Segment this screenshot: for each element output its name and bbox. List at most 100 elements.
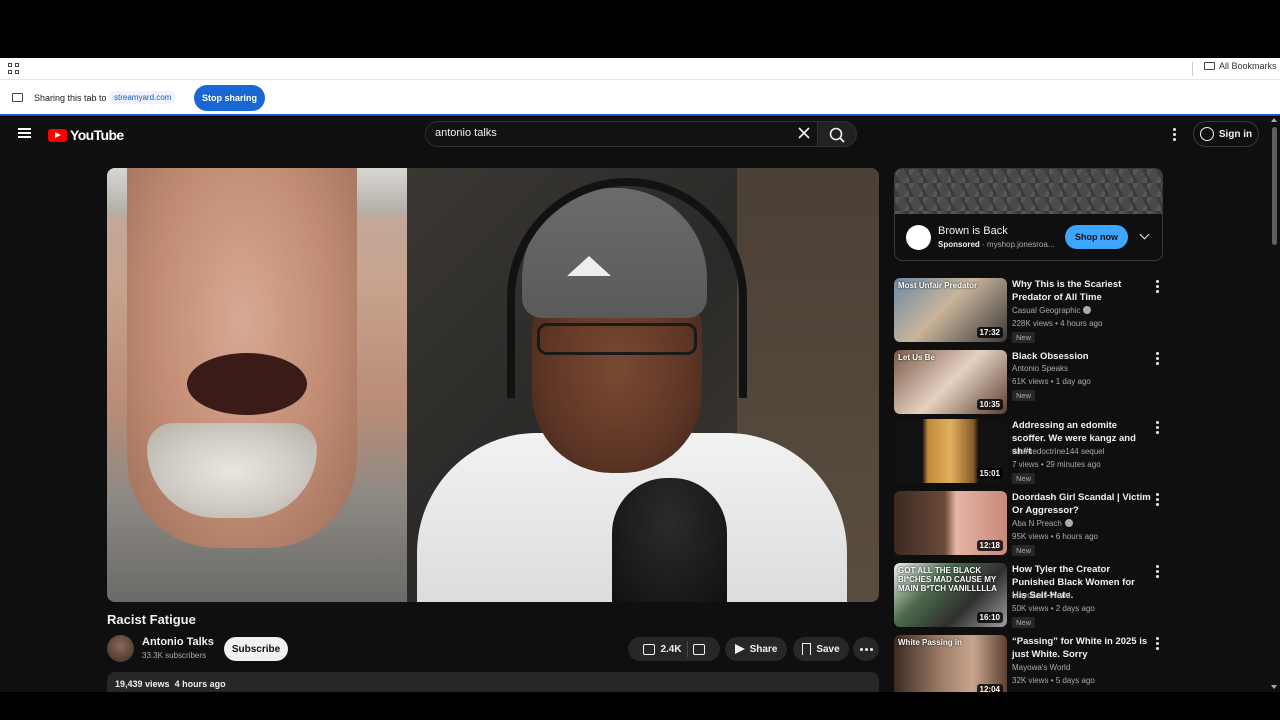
- subscribe-button[interactable]: Subscribe: [224, 637, 288, 661]
- rec-age: 29 minutes ago: [1045, 460, 1101, 469]
- like-divider: [686, 641, 688, 657]
- recommendation-title[interactable]: Why This is the Scariest Predator of All…: [1012, 278, 1152, 304]
- recommendation-item[interactable]: 12:18 Doordash Girl Scandal | Victim Or A…: [894, 491, 1174, 557]
- recommendation-meta: 7 views • 29 minutes ago: [1012, 460, 1101, 469]
- recommendation-item[interactable]: Most Unfair Predator 17:32 Why This is the…: [894, 278, 1174, 344]
- search-input[interactable]: [435, 127, 765, 139]
- search-button[interactable]: [817, 121, 857, 147]
- search-box[interactable]: [425, 121, 817, 147]
- account-icon: [1199, 127, 1214, 141]
- ad-banner-image[interactable]: [895, 169, 1162, 214]
- like-count[interactable]: 2.4K: [660, 644, 681, 655]
- sharing-text: Sharing this tab to: [34, 93, 107, 103]
- channel-avatar[interactable]: [107, 635, 134, 662]
- video-frame-detail: [187, 353, 307, 415]
- video-thumbnail[interactable]: 15:01: [894, 419, 1007, 483]
- all-bookmarks-label: All Bookmarks: [1219, 61, 1277, 71]
- more-actions-button[interactable]: [853, 637, 879, 661]
- channel-name-text: Casual Geographic: [1012, 306, 1081, 315]
- chevron-down-icon[interactable]: [1139, 229, 1150, 240]
- recommendation-title[interactable]: “Passing” for White in 2025 is just Whit…: [1012, 635, 1152, 661]
- settings-kebab-icon[interactable]: [1173, 128, 1176, 141]
- channel-name-text: Aba N Preach: [1012, 519, 1062, 528]
- video-thumbnail[interactable]: Let Us Be 10:35: [894, 350, 1007, 414]
- ad-title[interactable]: Brown is Back: [938, 225, 1008, 237]
- rec-views: 95K views: [1012, 532, 1049, 541]
- recommendation-channel[interactable]: Antonio Speaks: [1012, 364, 1068, 373]
- channel-name[interactable]: Antonio Talks: [142, 636, 214, 648]
- recommendation-channel[interactable]: Aba N Preach: [1012, 519, 1073, 528]
- bookmarks-bar: All Bookmarks: [0, 58, 1280, 80]
- video-thumbnail[interactable]: White Passing in 12:04: [894, 635, 1007, 692]
- rec-age: 1 day ago: [1055, 377, 1091, 386]
- youtube-page: YouTube Sign in: [0, 117, 1280, 692]
- share-button[interactable]: Share: [725, 637, 787, 661]
- share-target-chip: streamyard.com: [109, 91, 177, 104]
- more-options-kebab-icon[interactable]: [1156, 637, 1159, 650]
- ad-domain: · myshop.jonesroa...: [982, 240, 1055, 249]
- ad-sponsored-line: Sponsored · myshop.jonesroa...: [938, 240, 1055, 249]
- recommendation-channel[interactable]: Mayowa's World: [1012, 591, 1070, 600]
- thumbnail-caption: GOT ALL THE BLACK BI*CHES MAD CAUSE MY M…: [898, 566, 997, 593]
- save-button[interactable]: Save: [793, 637, 849, 661]
- recommendation-meta: 32K views • 5 days ago: [1012, 676, 1095, 685]
- recommendation-item[interactable]: White Passing in 12:04 “Passing” for White…: [894, 635, 1174, 692]
- youtube-logo[interactable]: YouTube: [48, 127, 124, 143]
- screen-bottom-bar: [0, 692, 1280, 720]
- screen-top-bar: [0, 0, 1280, 58]
- more-options-kebab-icon[interactable]: [1156, 565, 1159, 578]
- posted-time: 4 hours ago: [174, 679, 226, 689]
- more-options-kebab-icon[interactable]: [1156, 352, 1159, 365]
- sign-in-label: Sign in: [1218, 128, 1253, 140]
- video-thumbnail[interactable]: 12:18: [894, 491, 1007, 555]
- video-right-panel: [407, 168, 879, 602]
- scroll-up-arrow-icon[interactable]: [1271, 118, 1277, 122]
- bookmarks-divider: [1192, 62, 1193, 76]
- recommendation-meta: 61K views • 1 day ago: [1012, 377, 1091, 386]
- rec-views: 61K views: [1012, 377, 1049, 386]
- thumbs-up-icon[interactable]: [643, 643, 656, 655]
- thumbs-down-icon[interactable]: [692, 643, 705, 655]
- recommendation-meta: 228K views • 4 hours ago: [1012, 319, 1103, 328]
- recommendation-channel[interactable]: Casual Geographic: [1012, 306, 1092, 315]
- hamburger-menu-icon[interactable]: [18, 128, 31, 138]
- scroll-down-arrow-icon[interactable]: [1271, 685, 1277, 689]
- apps-grid-icon[interactable]: [8, 63, 19, 74]
- advertiser-logo[interactable]: [906, 225, 931, 250]
- all-bookmarks-button[interactable]: All Bookmarks: [1204, 61, 1277, 71]
- more-options-kebab-icon[interactable]: [1156, 280, 1159, 293]
- clear-search-icon[interactable]: [798, 127, 810, 139]
- new-badge: New: [1012, 390, 1036, 401]
- video-thumbnail[interactable]: Most Unfair Predator 17:32: [894, 278, 1007, 342]
- stop-sharing-button[interactable]: Stop sharing: [194, 85, 265, 111]
- video-duration: 12:18: [976, 540, 1003, 551]
- tab-sharing-bar: Sharing this tab to streamyard.com Stop …: [0, 80, 1280, 116]
- more-options-kebab-icon[interactable]: [1156, 493, 1159, 506]
- video-player[interactable]: [107, 168, 879, 602]
- recommendation-item[interactable]: Let Us Be 10:35 Black Obsession Antonio Spe…: [894, 350, 1174, 416]
- recommendation-title[interactable]: Doordash Girl Scandal | Victim Or Aggres…: [1012, 491, 1152, 517]
- channel-name-text: Mayowa's World: [1012, 591, 1071, 600]
- recommendation-item[interactable]: GOT ALL THE BLACK BI*CHES MAD CAUSE MY M…: [894, 563, 1174, 629]
- rec-age: 4 hours ago: [1060, 319, 1103, 328]
- video-title: Racist Fatigue: [107, 612, 196, 627]
- view-count: 19,439 views: [115, 679, 170, 689]
- video-thumbnail[interactable]: GOT ALL THE BLACK BI*CHES MAD CAUSE MY M…: [894, 563, 1007, 627]
- shop-now-button[interactable]: Shop now: [1065, 225, 1128, 249]
- video-duration: 17:32: [976, 327, 1003, 338]
- description-box[interactable]: 19,439 views 4 hours ago: [107, 672, 879, 692]
- subscriber-count: 33.3K subscribers: [142, 651, 207, 660]
- video-duration: 12:04: [976, 684, 1003, 692]
- scrollbar[interactable]: [1268, 117, 1280, 692]
- scrollbar-thumb[interactable]: [1272, 127, 1277, 245]
- recommendation-channel[interactable]: thetruedoctrine144 sequel: [1012, 447, 1105, 456]
- video-left-panel: [107, 168, 407, 602]
- recommendation-title[interactable]: Black Obsession: [1012, 350, 1152, 363]
- recommendation-channel[interactable]: Mayowa's World: [1012, 663, 1070, 672]
- more-options-kebab-icon[interactable]: [1156, 421, 1159, 434]
- rec-age: 2 days ago: [1055, 604, 1095, 613]
- sponsored-ad-card[interactable]: Brown is Back Sponsored · myshop.jonesro…: [894, 168, 1163, 261]
- recommendation-item[interactable]: 15:01 Addressing an edomite scoffer. We w…: [894, 419, 1174, 485]
- sign-in-button[interactable]: Sign in: [1193, 121, 1259, 147]
- search-icon: [829, 127, 845, 143]
